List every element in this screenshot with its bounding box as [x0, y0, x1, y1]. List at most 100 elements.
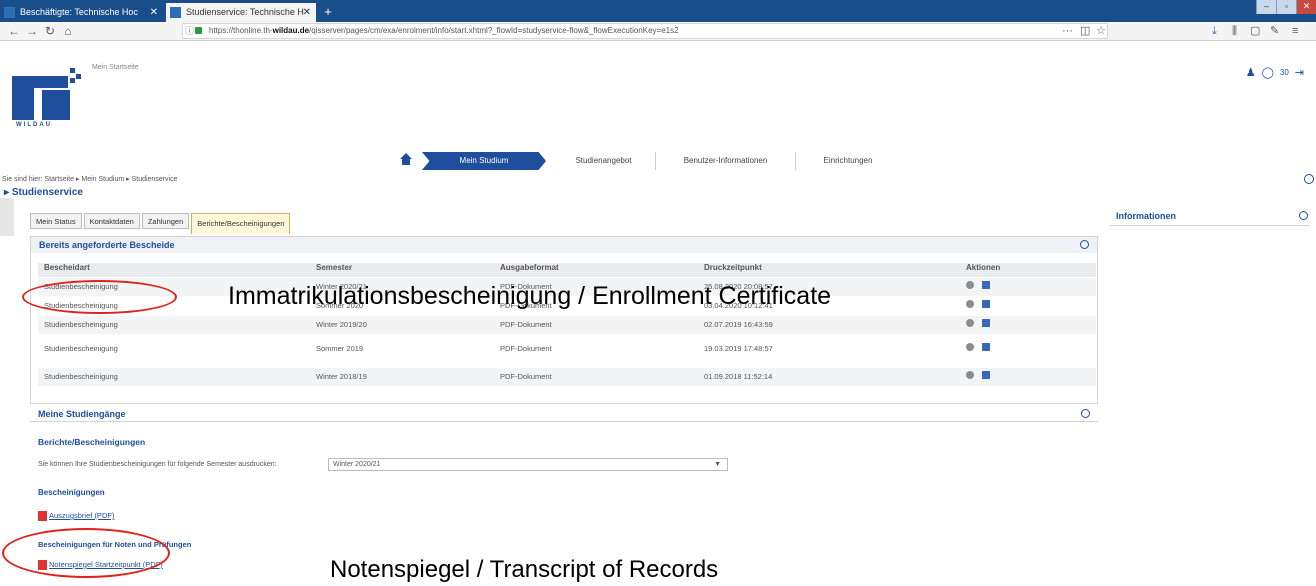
url-bar[interactable]: ⓘ https://thonline.th-wildau.de/qisserve…: [182, 23, 1108, 39]
user-icon[interactable]: ♟: [1246, 66, 1256, 79]
document-icon[interactable]: [982, 281, 990, 289]
url-path: /qisserver/pages/cm/exa/enrolment/info/s…: [309, 26, 679, 35]
nav-benutzer-informationen[interactable]: Benutzer-Informationen: [656, 152, 796, 170]
cell-time: 01.09.2018 11:52:14: [704, 372, 773, 381]
document-icon[interactable]: [982, 319, 990, 327]
tab-zahlungen[interactable]: Zahlungen: [141, 213, 190, 229]
download-icon[interactable]: ⤓: [1212, 23, 1217, 39]
page-actions-icon[interactable]: ···: [1062, 23, 1073, 39]
column-header: Ausgabeformat: [500, 263, 559, 272]
cell-type[interactable]: Studienbescheinigung: [44, 316, 118, 334]
column-header: Bescheidart: [44, 263, 90, 272]
logo-shape: [42, 90, 70, 120]
cell-type[interactable]: Studienbescheinigung: [44, 340, 118, 358]
column-header: Semester: [316, 263, 353, 272]
cell-format: PDF-Dokument: [500, 372, 552, 381]
column-header: Druckzeitpunkt: [704, 263, 762, 272]
close-icon[interactable]: ✕: [303, 3, 311, 22]
tab-berichte-bescheinigungen[interactable]: Berichte/Bescheinigungen: [191, 213, 291, 234]
cell-format: PDF-Dokument: [500, 344, 552, 353]
browser-nav-bar: ← → ↻ ⌂ ⓘ https://thonline.th-wildau.de/…: [0, 22, 1316, 41]
minimize-icon[interactable]: –: [1256, 0, 1276, 14]
semester-select[interactable]: Winter 2020/21 ▼: [328, 458, 728, 471]
maximize-icon[interactable]: ▫: [1276, 0, 1296, 14]
page-title-text: Studienservice: [11, 187, 83, 198]
th-wildau-logo[interactable]: WILDAU: [12, 66, 84, 136]
bookmark-star-icon[interactable]: ☆: [1096, 23, 1106, 39]
url-prefix: https://thonline.th-: [209, 26, 273, 35]
reload-icon[interactable]: ↻: [42, 23, 58, 39]
collapse-icon[interactable]: [1299, 211, 1308, 220]
home-icon[interactable]: [399, 152, 413, 166]
logo-shape: [12, 76, 34, 120]
print-icon[interactable]: [966, 300, 974, 308]
sub-tabs: Mein Status Kontaktdaten Zahlungen Beric…: [30, 213, 292, 234]
breadcrumb: Sie sind hier: Startseite ▸ Mein Studium…: [2, 176, 178, 183]
nav-einrichtungen[interactable]: Einrichtungen: [796, 152, 900, 170]
pdf-icon: [38, 511, 47, 522]
pocket-icon[interactable]: ◫: [1080, 23, 1090, 39]
document-icon[interactable]: [982, 343, 990, 351]
column-header: Aktionen: [966, 263, 1001, 272]
logout-icon[interactable]: ⇥: [1295, 66, 1304, 79]
highlight-ellipse: [2, 528, 170, 578]
tab-mein-status[interactable]: Mein Status: [30, 213, 82, 229]
print-icon[interactable]: [966, 281, 974, 289]
cell-semester: Sommer 2019: [316, 344, 364, 353]
sidebar-icon[interactable]: ▢: [1250, 23, 1260, 39]
collapse-icon[interactable]: [1080, 240, 1089, 249]
collapse-icon[interactable]: [1081, 409, 1090, 418]
tab-title: Beschäftigte: Technische Hoc: [20, 7, 138, 17]
site-link[interactable]: Mein Startseite: [92, 64, 139, 71]
chat-icon[interactable]: ◯: [1262, 66, 1274, 79]
studiengaenge-title[interactable]: Meine Studiengänge: [38, 409, 126, 419]
table-row: Studienbescheinigung Winter 2018/19 PDF-…: [38, 368, 1096, 386]
settings-icon[interactable]: [1304, 174, 1314, 184]
table-row: Studienbescheinigung Winter 2019/20 PDF-…: [38, 316, 1096, 334]
menu-icon[interactable]: ≡: [1292, 23, 1298, 39]
info-icon[interactable]: ⓘ: [185, 26, 194, 36]
row-actions: [966, 278, 998, 296]
info-panel-title: Informationen: [1116, 211, 1176, 221]
reports-title: Berichte/Bescheinigungen: [38, 437, 146, 447]
new-tab-icon[interactable]: +: [320, 4, 336, 20]
window-controls: – ▫ ✕: [1256, 0, 1316, 14]
browser-tab-bar: Beschäftigte: Technische Hoc ✕ Studiense…: [0, 0, 1316, 22]
close-icon[interactable]: ✕: [150, 3, 158, 22]
left-accent: [0, 198, 14, 236]
notification-count: 30: [1279, 68, 1289, 77]
url-host: wildau.de: [272, 26, 310, 35]
extension-icon[interactable]: ✎: [1270, 23, 1279, 39]
nav-mein-studium[interactable]: Mein Studium: [422, 152, 546, 170]
chevron-down-icon: ▼: [714, 461, 721, 468]
forward-icon[interactable]: →: [24, 23, 40, 39]
auszugsbrief-link[interactable]: Auszugsbrief (PDF): [38, 511, 115, 522]
back-icon[interactable]: ←: [6, 23, 22, 39]
document-icon[interactable]: [982, 371, 990, 379]
browser-tab-2[interactable]: Studienservice: Technische H ✕: [166, 3, 316, 22]
print-icon[interactable]: [966, 319, 974, 327]
nav-studienangebot[interactable]: Studienangebot: [552, 152, 656, 170]
tab-title: Studienservice: Technische H: [186, 7, 304, 17]
print-icon[interactable]: [966, 371, 974, 379]
panel-header: Bereits angeforderte Bescheide: [31, 237, 1097, 253]
semester-label: Sie können Ihre Studienbescheinigungen f…: [38, 461, 277, 468]
tab-kontaktdaten[interactable]: Kontaktdaten: [83, 213, 140, 229]
cell-semester: Winter 2019/20: [316, 320, 367, 329]
cell-type[interactable]: Studienbescheinigung: [44, 368, 118, 386]
semester-select-value: Winter 2020/21: [333, 461, 381, 468]
cell-semester: Winter 2018/19: [316, 372, 367, 381]
transcript-annotation: Notenspiegel / Transcript of Records: [330, 556, 719, 583]
highlight-ellipse: [22, 280, 177, 314]
tab-favicon-icon: [170, 7, 181, 18]
window-close-icon[interactable]: ✕: [1296, 0, 1316, 14]
print-icon[interactable]: [966, 343, 974, 351]
home-icon[interactable]: ⌂: [60, 23, 76, 39]
row-actions: [966, 316, 998, 334]
library-icon[interactable]: ⫼: [1232, 23, 1237, 39]
document-icon[interactable]: [982, 300, 990, 308]
browser-tab-1[interactable]: Beschäftigte: Technische Hoc ✕: [0, 3, 163, 22]
link-label: Auszugsbrief (PDF): [49, 511, 115, 520]
page-title: ▸ Studienservice: [4, 187, 83, 198]
cell-time: 19.03.2019 17:48:57: [704, 344, 773, 353]
